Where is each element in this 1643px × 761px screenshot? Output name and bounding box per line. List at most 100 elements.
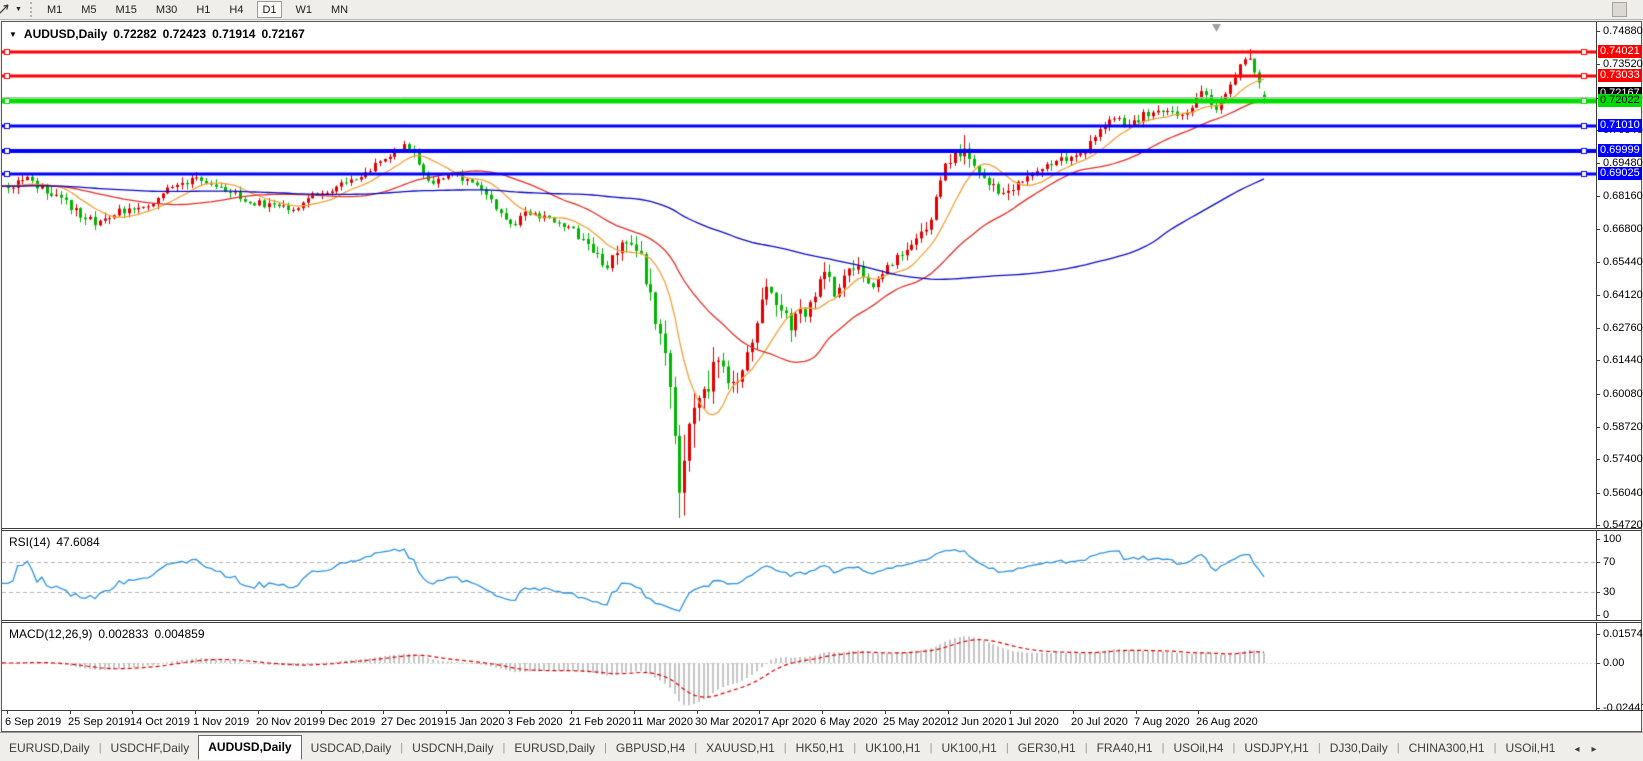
time-axis-tick <box>383 711 384 714</box>
rsi-value: 47.6084 <box>56 535 100 549</box>
time-axis-tick <box>759 711 760 714</box>
rsi-panel-canvas[interactable] <box>2 531 1596 621</box>
panel-separator[interactable] <box>2 528 1641 531</box>
time-axis-tick <box>1010 711 1011 714</box>
tab-fra40-h1[interactable]: FRA40,H1 <box>1088 738 1162 759</box>
macd-axis-tick <box>1597 663 1600 664</box>
price-level-badge[interactable]: 0.69025 <box>1598 167 1642 180</box>
price-axis-label: 0.60080 <box>1603 388 1643 400</box>
tab-usdjpy-h1[interactable]: USDJPY,H1 <box>1235 738 1317 759</box>
tab-uk100-h1[interactable]: UK100,H1 <box>932 738 1005 759</box>
price-axis-label: 0.66800 <box>1603 223 1643 235</box>
macd-main-value: 0.002833 <box>98 627 149 641</box>
tab-scroll-right-icon[interactable]: ▸ <box>1592 744 1597 755</box>
price-axis-tick <box>1597 163 1600 164</box>
crosshair-tool-icon[interactable] <box>0 2 13 18</box>
tab-xauusd-h1[interactable]: XAUUSD,H1 <box>697 738 784 759</box>
tab-china300-h1[interactable]: CHINA300,H1 <box>1400 738 1494 759</box>
time-axis-label: 9 Dec 2019 <box>319 716 376 728</box>
price-axis-tick <box>1597 295 1600 296</box>
price-axis-label: 0.61440 <box>1603 354 1643 366</box>
toolbar-separator <box>29 2 36 17</box>
timeframe-buttons: M1 M5 M15 M30 H1 H4 D1 W1 MN <box>42 1 353 18</box>
price-axis-label: 0.74880 <box>1603 25 1643 37</box>
collapse-triangle-icon[interactable]: ▼ <box>9 30 17 39</box>
macd-axis-tick <box>1597 634 1600 635</box>
price-axis-label: 0.64120 <box>1603 289 1643 301</box>
tab-usoil-h1[interactable]: USOil,H1 <box>1496 738 1564 759</box>
price-axis-label: 0.57400 <box>1603 453 1643 465</box>
time-axis-label: 21 Feb 2020 <box>569 716 631 728</box>
price-axis-tick <box>1597 493 1600 494</box>
tab-uk100-h1[interactable]: UK100,H1 <box>856 738 929 759</box>
tab-dj30-daily[interactable]: DJ30,Daily <box>1321 738 1397 759</box>
price-axis[interactable]: 0.748800.735200.721600.708400.694800.681… <box>1596 22 1643 714</box>
timeframe-button-h1[interactable]: H1 <box>191 1 215 18</box>
timeframe-button-m5[interactable]: M5 <box>76 1 101 18</box>
tab-scroll-arrows: ◂ ▸ <box>1574 744 1596 755</box>
price-level-badge[interactable]: 0.74021 <box>1598 45 1642 58</box>
price-axis-label: 0.62760 <box>1603 322 1643 334</box>
price-level-badge[interactable]: 0.71010 <box>1598 119 1642 132</box>
trading-platform: { "toolbar": { "timeframes": ["M1","M5",… <box>0 0 1643 761</box>
time-axis-label: 15 Jan 2020 <box>444 716 505 728</box>
timeframe-button-w1[interactable]: W1 <box>291 1 318 18</box>
time-axis-label: 1 Jul 2020 <box>1008 716 1059 728</box>
macd-signal-value: 0.004859 <box>154 627 205 641</box>
tab-ger30-h1[interactable]: GER30,H1 <box>1009 738 1085 759</box>
tab-usdchf-daily[interactable]: USDCHF,Daily <box>102 738 199 759</box>
tab-hk50-h1[interactable]: HK50,H1 <box>787 738 854 759</box>
time-axis-label: 6 Sep 2019 <box>5 716 62 728</box>
price-level-badge[interactable]: 0.72022 <box>1598 94 1642 107</box>
chart-tab-bar: EURUSD,Daily | USDCHF,Daily AUDUSD,Daily USD… <box>0 732 1643 761</box>
tab-eurusd-daily[interactable]: EURUSD,Daily <box>505 738 604 759</box>
time-axis-tick <box>132 711 133 714</box>
price-axis-tick <box>1597 525 1600 526</box>
price-axis-label: 0.68160 <box>1603 190 1643 202</box>
tab-gbpusd-h4[interactable]: GBPUSD,H4 <box>607 738 694 759</box>
time-axis-label: 14 Oct 2019 <box>130 716 190 728</box>
timeframe-button-m30[interactable]: M30 <box>151 1 182 18</box>
tab-scroll-left-icon[interactable]: ◂ <box>1574 744 1579 755</box>
time-axis-label: 7 Aug 2020 <box>1134 716 1190 728</box>
price-axis-tick <box>1597 394 1600 395</box>
macd-axis-label: 0.015741 <box>1603 628 1643 640</box>
rsi-indicator-label: RSI(14) 47.6084 <box>9 535 106 549</box>
dropdown-caret-icon[interactable]: ▼ <box>15 6 22 13</box>
tab-eurusd-daily[interactable]: EURUSD,Daily <box>0 738 99 759</box>
price-chart-canvas[interactable] <box>2 22 1596 529</box>
tab-usdcad-daily[interactable]: USDCAD,Daily <box>302 738 401 759</box>
timeframe-button-d1[interactable]: D1 <box>257 1 282 18</box>
time-axis-tick <box>509 711 510 714</box>
price-level-badge[interactable]: 0.73033 <box>1598 69 1642 82</box>
time-axis-label: 20 Nov 2019 <box>256 716 319 728</box>
time-axis[interactable]: 6 Sep 2019 25 Sep 2019 14 Oct 2019 1 Nov 20… <box>2 711 1641 731</box>
time-axis-label: 20 Jul 2020 <box>1071 716 1128 728</box>
time-axis-label: 11 Mar 2020 <box>632 716 693 728</box>
time-axis-label: 6 May 2020 <box>820 716 878 728</box>
ohlc-low: 0.71914 <box>212 27 256 41</box>
time-axis-tick <box>571 711 572 714</box>
time-axis-border <box>2 710 1641 711</box>
rsi-axis-tick <box>1597 592 1600 593</box>
price-axis-tick <box>1597 31 1600 32</box>
price-axis-tick <box>1597 229 1600 230</box>
rsi-axis-label: 70 <box>1603 556 1616 568</box>
chart-symbol: AUDUSD,Daily <box>23 27 108 41</box>
timeframe-button-h4[interactable]: H4 <box>224 1 248 18</box>
time-axis-label: 17 Apr 2020 <box>757 716 817 728</box>
timeframe-button-m15[interactable]: M15 <box>111 1 142 18</box>
timeframe-button-m1[interactable]: M1 <box>42 1 67 18</box>
price-axis-tick <box>1597 427 1600 428</box>
tab-audusd-daily[interactable]: AUDUSD,Daily <box>198 735 302 760</box>
tab-usdcnh-daily[interactable]: USDCNH,Daily <box>403 738 502 759</box>
macd-axis-label: 0.00 <box>1603 657 1625 669</box>
ohlc-close: 0.72167 <box>261 27 305 41</box>
panel-separator[interactable] <box>2 620 1641 623</box>
price-level-badge[interactable]: 0.69999 <box>1598 144 1642 157</box>
macd-panel-canvas[interactable] <box>2 623 1596 710</box>
tab-usoil-h4[interactable]: USOil,H4 <box>1164 738 1232 759</box>
time-axis-tick <box>634 711 635 714</box>
timeframe-button-mn[interactable]: MN <box>326 1 353 18</box>
macd-indicator-label: MACD(12,26,9) 0.002833 0.004859 <box>9 627 211 641</box>
